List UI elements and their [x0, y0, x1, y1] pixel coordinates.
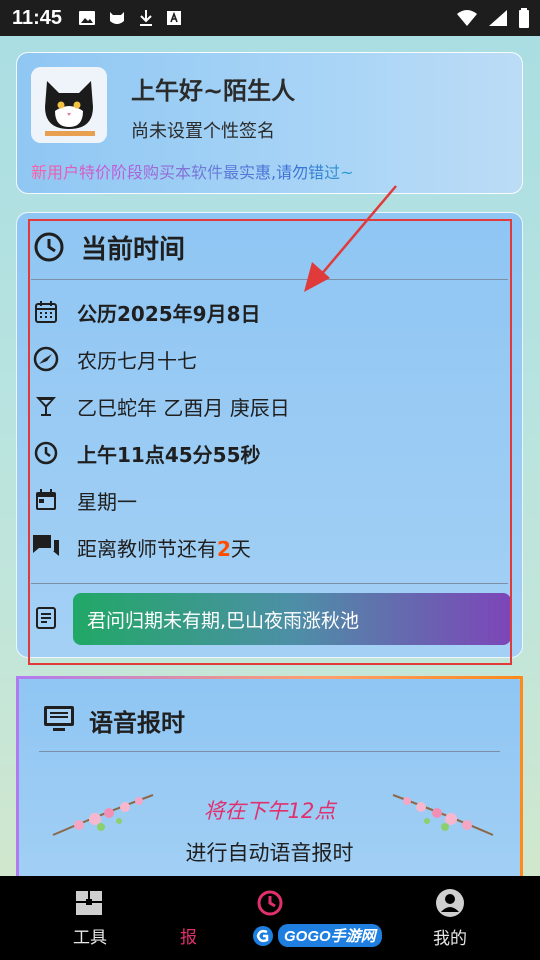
- nav-mine-label: 我的: [433, 928, 467, 949]
- next-announce-time: 将在下午12点: [203, 799, 336, 823]
- nav-tools[interactable]: 工具: [0, 876, 180, 960]
- nav-mine[interactable]: 我的: [360, 876, 540, 960]
- monitor-icon: [43, 705, 75, 737]
- gogo-logo-icon: [253, 925, 273, 946]
- voice-announce-card[interactable]: 语音报时 将在下午12点 进行自动语音报时: [16, 676, 523, 906]
- bottom-nav: 工具 报 我的: [0, 876, 540, 960]
- nav-tools-label: 工具: [73, 927, 107, 948]
- announce-description: 进行自动语音报时: [185, 841, 354, 865]
- nav-announce-label: 报: [180, 927, 197, 948]
- account-icon: [436, 888, 464, 917]
- watermark-prefix: GOGO: [284, 928, 331, 945]
- divider: [39, 751, 500, 752]
- clock-icon: [257, 890, 283, 915]
- voice-card-title: 语音报时: [89, 709, 185, 737]
- nav-announce[interactable]: 报: [180, 876, 360, 960]
- toolbox-icon: [76, 890, 102, 915]
- watermark-logo: GOGO手游网: [252, 924, 382, 947]
- watermark-text: GOGO手游网: [278, 924, 382, 947]
- watermark-suffix: 手游网: [330, 928, 376, 945]
